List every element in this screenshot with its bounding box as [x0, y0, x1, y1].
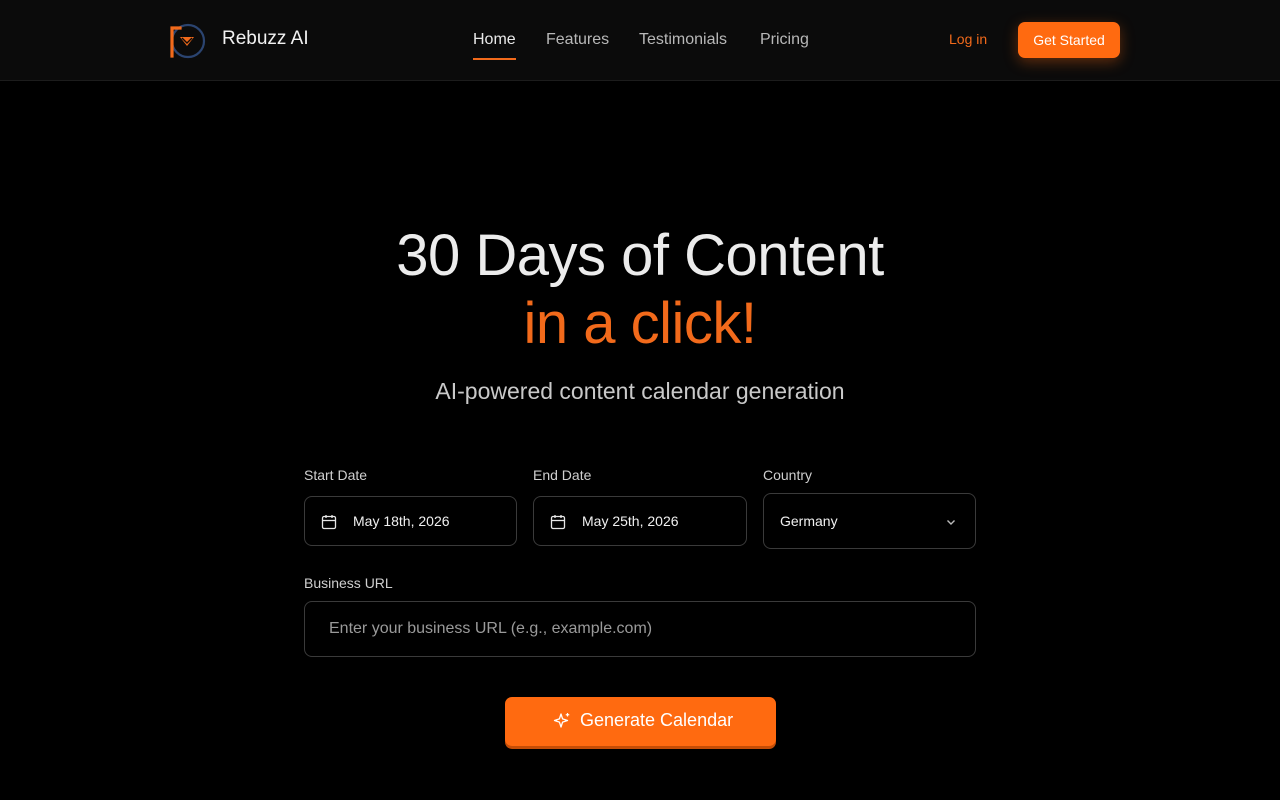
sparkle-icon	[553, 713, 570, 728]
hero-title: 30 Days of Content	[396, 223, 884, 288]
generate-calendar-label: Generate Calendar	[580, 710, 734, 730]
start-date-picker[interactable]: May 18th, 2026	[304, 496, 517, 546]
end-date-label: End Date	[533, 467, 592, 483]
end-date-picker[interactable]: May 25th, 2026	[533, 496, 747, 546]
top-navigation-bar: Rebuzz AI Home Features Testimonials Pri…	[0, 0, 1280, 81]
login-link[interactable]: Log in	[949, 31, 987, 47]
end-date-value: May 25th, 2026	[582, 513, 679, 529]
nav-pricing[interactable]: Pricing	[760, 30, 809, 60]
calendar-icon	[550, 515, 566, 530]
country-select[interactable]: Germany	[763, 493, 976, 549]
hero-accent-title: in a click!	[523, 291, 757, 356]
country-label: Country	[763, 467, 813, 483]
start-date-label: Start Date	[304, 467, 368, 483]
country-value: Germany	[780, 513, 838, 529]
calendar-icon	[321, 515, 337, 530]
chevron-down-icon	[947, 520, 955, 525]
nav-home[interactable]: Home	[473, 30, 516, 60]
business-url-input[interactable]	[304, 601, 976, 657]
start-date-value: May 18th, 2026	[353, 513, 450, 529]
hero-subtitle: AI-powered content calendar generation	[435, 378, 845, 404]
get-started-button[interactable]: Get Started	[1018, 22, 1120, 58]
nav-testimonials[interactable]: Testimonials	[639, 30, 727, 60]
generate-calendar-button[interactable]: Generate Calendar	[505, 697, 776, 746]
nav-features[interactable]: Features	[546, 30, 609, 60]
business-url-label: Business URL	[304, 575, 393, 591]
